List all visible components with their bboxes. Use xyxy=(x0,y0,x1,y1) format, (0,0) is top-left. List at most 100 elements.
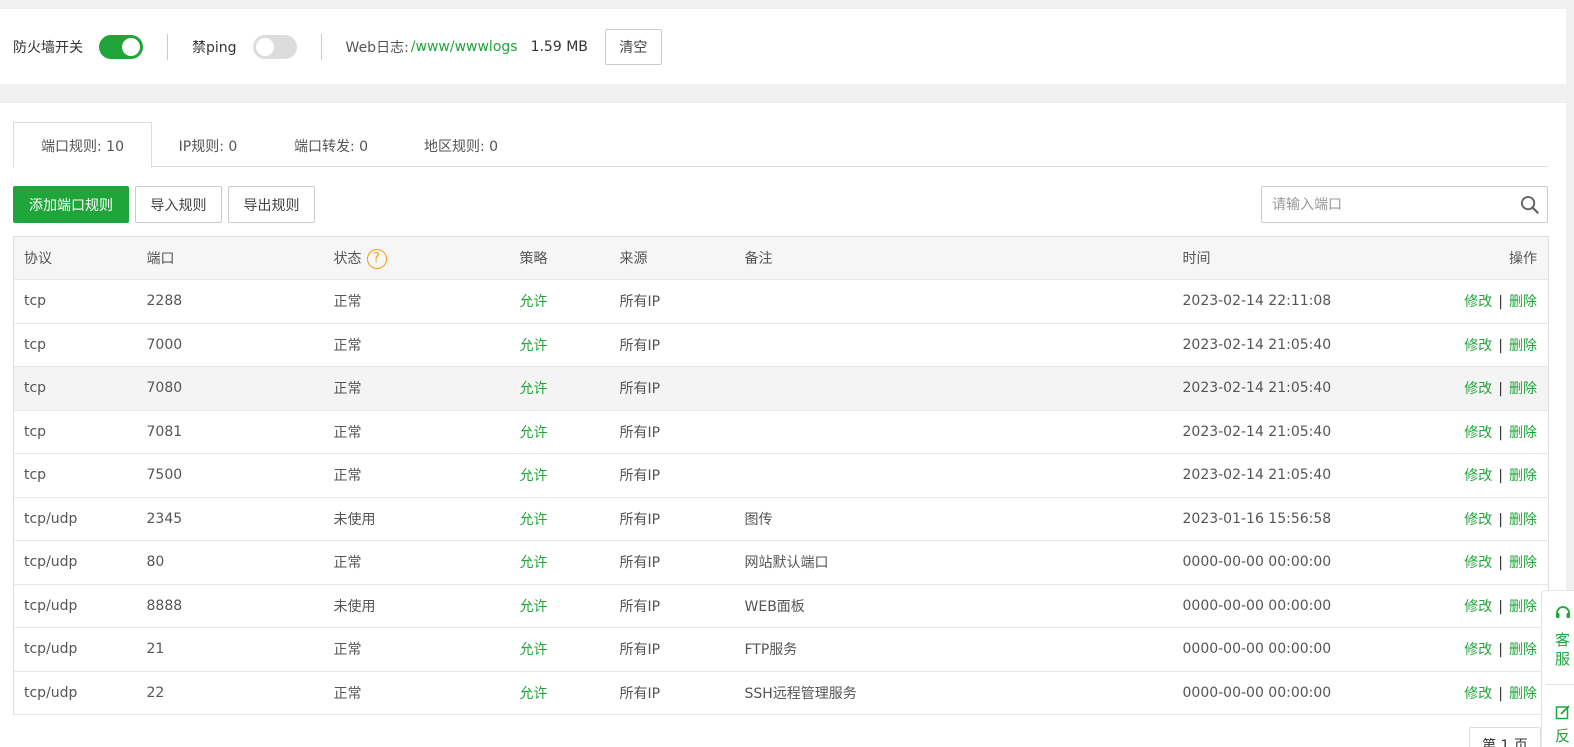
ops-separator: | xyxy=(1498,381,1503,398)
cell-policy[interactable]: 允许 xyxy=(509,584,610,628)
table-body: tcp 2288 正常 允许 所有IP 2023-02-14 22:11:08 修改 | 删除 t… xyxy=(13,279,1549,715)
web-log-size: 1.59 MB xyxy=(530,38,588,55)
cell-ops: 修改 | 删除 xyxy=(1372,366,1549,411)
edit-rule-link[interactable]: 修改 xyxy=(1464,512,1492,528)
col-header-status[interactable]: 状态? xyxy=(323,236,510,280)
tab-port-forward[interactable]: 端口转发: 0 xyxy=(279,122,383,167)
cell-time: 2023-02-14 21:05:40 xyxy=(1172,453,1373,498)
divider xyxy=(167,33,168,60)
delete-rule-link[interactable]: 删除 xyxy=(1509,512,1537,528)
cell-note xyxy=(734,453,1173,498)
edit-rule-link[interactable]: 修改 xyxy=(1464,294,1492,310)
customer-service-link[interactable]: 客服 xyxy=(1555,631,1571,669)
delete-rule-link[interactable]: 删除 xyxy=(1509,555,1537,571)
delete-rule-link[interactable]: 删除 xyxy=(1509,338,1537,354)
cell-policy[interactable]: 允许 xyxy=(509,540,610,585)
cell-time: 0000-00-00 00:00:00 xyxy=(1172,540,1373,585)
edit-rule-link[interactable]: 修改 xyxy=(1464,338,1492,354)
cell-ops: 修改 | 删除 xyxy=(1372,497,1549,541)
port-search-input[interactable] xyxy=(1262,187,1511,222)
divider xyxy=(1546,684,1574,685)
tab-port-rules[interactable]: 端口规则: 10 xyxy=(13,122,152,168)
cell-ops: 修改 | 删除 xyxy=(1372,323,1549,367)
cell-policy[interactable]: 允许 xyxy=(509,366,610,411)
cell-protocol: tcp xyxy=(13,366,137,411)
cell-note: 图传 xyxy=(734,497,1173,541)
toggle-knob xyxy=(255,37,274,56)
search-icon[interactable] xyxy=(1511,187,1547,223)
ops-separator: | xyxy=(1498,511,1503,528)
cell-policy[interactable]: 允许 xyxy=(509,279,610,324)
ping-toggle[interactable] xyxy=(252,34,297,59)
cell-note: FTP服务 xyxy=(734,627,1173,672)
col-header-source[interactable]: 来源 xyxy=(609,236,735,280)
col-header-time[interactable]: 时间 xyxy=(1172,236,1373,280)
table-row: tcp/udp 80 正常 允许 所有IP 网站默认端口 0000-00-00 00:00:… xyxy=(13,540,1549,585)
web-log-path-link[interactable]: /www/wwwlogs xyxy=(411,39,518,55)
firewall-toggle[interactable] xyxy=(99,34,143,59)
cell-policy[interactable]: 允许 xyxy=(509,671,610,715)
clear-log-button[interactable]: 清空 xyxy=(604,28,662,65)
cell-ops: 修改 | 删除 xyxy=(1372,279,1549,324)
delete-rule-link[interactable]: 删除 xyxy=(1509,468,1537,484)
table-row: tcp 7080 正常 允许 所有IP 2023-02-14 21:05:40 修改 | 删除 xyxy=(13,366,1549,411)
cell-policy[interactable]: 允许 xyxy=(509,323,610,367)
cell-policy[interactable]: 允许 xyxy=(509,497,610,541)
cell-status: 正常 xyxy=(323,366,510,411)
cell-status: 正常 xyxy=(323,453,510,498)
col-header-port[interactable]: 端口 xyxy=(136,236,324,280)
ops-separator: | xyxy=(1498,337,1503,354)
delete-rule-link[interactable]: 删除 xyxy=(1509,642,1537,658)
edit-rule-link[interactable]: 修改 xyxy=(1464,468,1492,484)
cell-source: 所有IP xyxy=(609,279,735,324)
tab-region-rules[interactable]: 地区规则: 0 xyxy=(409,122,513,167)
col-header-protocol[interactable]: 协议 xyxy=(13,236,137,280)
cell-policy[interactable]: 允许 xyxy=(509,453,610,498)
edit-rule-link[interactable]: 修改 xyxy=(1464,599,1492,615)
divider xyxy=(320,33,322,60)
cell-source: 所有IP xyxy=(609,584,735,628)
tab-ip-rules[interactable]: IP规则: 0 xyxy=(165,122,251,167)
cell-time: 2023-02-14 21:05:40 xyxy=(1172,410,1373,454)
edit-rule-link[interactable]: 修改 xyxy=(1464,686,1492,702)
help-icon[interactable]: ? xyxy=(366,248,387,269)
table-row: tcp/udp 21 正常 允许 所有IP FTP服务 0000-00-00 00:00:0… xyxy=(13,627,1549,672)
edit-rule-link[interactable]: 修改 xyxy=(1464,642,1492,658)
cell-protocol: tcp xyxy=(13,410,137,454)
cell-source: 所有IP xyxy=(609,366,735,411)
cell-policy[interactable]: 允许 xyxy=(509,410,610,454)
ops-separator: | xyxy=(1498,685,1503,702)
delete-rule-link[interactable]: 删除 xyxy=(1509,686,1537,702)
cell-time: 0000-00-00 00:00:00 xyxy=(1172,584,1373,628)
pagination-current[interactable]: 第 1 页 xyxy=(1469,727,1541,747)
cell-policy[interactable]: 允许 xyxy=(509,627,610,672)
col-header-policy[interactable]: 策略 xyxy=(509,236,610,280)
cell-port: 2345 xyxy=(136,497,324,541)
headset-icon[interactable] xyxy=(1555,605,1571,625)
delete-rule-link[interactable]: 删除 xyxy=(1509,425,1537,441)
import-rules-button[interactable]: 导入规则 xyxy=(135,186,222,223)
cell-protocol: tcp/udp xyxy=(13,497,137,541)
table-row: tcp/udp 2345 未使用 允许 所有IP 图传 2023-01-16 15:56:5… xyxy=(13,497,1549,541)
feedback-link[interactable]: 反馈 xyxy=(1555,727,1571,747)
edit-rule-link[interactable]: 修改 xyxy=(1464,555,1492,571)
edit-icon[interactable] xyxy=(1555,704,1571,724)
cell-status: 正常 xyxy=(323,279,510,324)
cell-note xyxy=(734,323,1173,367)
cell-ops: 修改 | 删除 xyxy=(1372,671,1549,715)
delete-rule-link[interactable]: 删除 xyxy=(1509,294,1537,310)
add-port-rule-button[interactable]: 添加端口规则 xyxy=(13,186,129,223)
col-header-status-label: 状态 xyxy=(333,250,362,267)
delete-rule-link[interactable]: 删除 xyxy=(1509,599,1537,615)
cell-port: 8888 xyxy=(136,584,324,628)
edit-rule-link[interactable]: 修改 xyxy=(1464,381,1492,397)
col-header-note[interactable]: 备注 xyxy=(734,236,1173,280)
delete-rule-link[interactable]: 删除 xyxy=(1509,381,1537,397)
ping-switch-label: 禁ping xyxy=(192,39,237,56)
cell-time: 2023-02-14 21:05:40 xyxy=(1172,366,1373,411)
cell-port: 7080 xyxy=(136,366,324,411)
cell-time: 0000-00-00 00:00:00 xyxy=(1172,627,1373,672)
edit-rule-link[interactable]: 修改 xyxy=(1464,425,1492,441)
cell-status: 未使用 xyxy=(323,584,510,628)
export-rules-button[interactable]: 导出规则 xyxy=(228,186,315,223)
